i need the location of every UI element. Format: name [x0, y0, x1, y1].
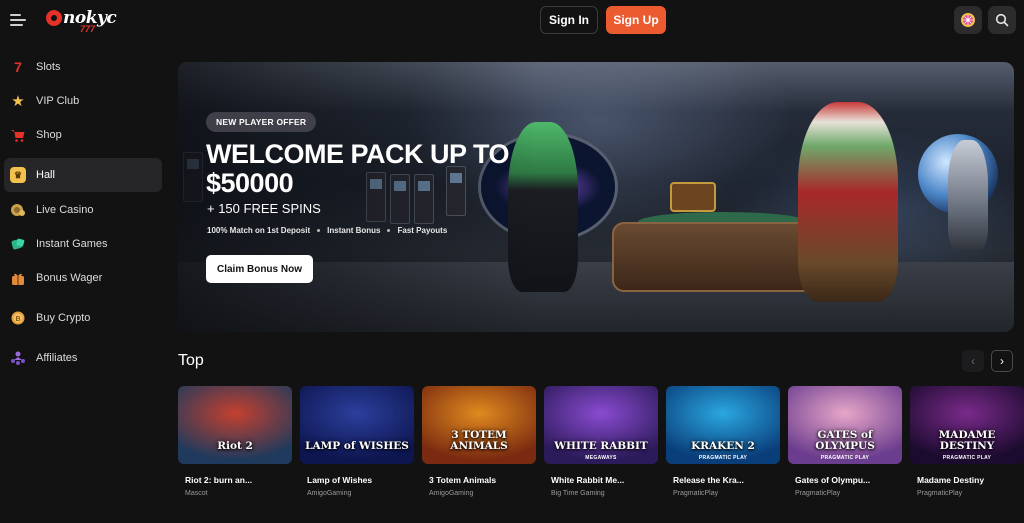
game-card[interactable]: 3 TOTEM ANIMALS 3 Totem Animals AmigoGamin… — [422, 386, 536, 497]
sidebar-item-shop[interactable]: Shop — [4, 118, 162, 152]
game-name: White Rabbit Me... — [551, 475, 625, 485]
sidebar-item-label: Instant Games — [36, 238, 108, 250]
thumbnail-title: MADAME DESTINY — [938, 429, 996, 452]
game-provider: PragmaticPlay — [917, 490, 963, 497]
search-button[interactable] — [988, 6, 1016, 34]
sidebar-item-label: Live Casino — [36, 204, 94, 216]
thumbnail-subtitle: MEGAWAYS — [585, 455, 617, 461]
thumbnail-subtitle: PRAGMATIC PLAY — [942, 455, 992, 461]
users-icon — [10, 350, 26, 366]
turtle-character — [798, 102, 898, 302]
promo-banner: NEW PLAYER OFFER WELCOME PACK UP TO $500… — [178, 62, 1014, 332]
game-name: Release the Kra... — [673, 475, 744, 485]
game-thumbnail[interactable]: MADAME DESTINY PRAGMATIC PLAY — [910, 386, 1024, 464]
thumbnail-title: KRAKEN 2 — [691, 440, 755, 452]
treasure-chest-image — [670, 182, 716, 212]
game-card[interactable]: LAMP of WISHES Lamp of Wishes AmigoGaming — [300, 386, 414, 497]
sidebar-item-label: Buy Crypto — [36, 312, 91, 324]
game-thumbnail[interactable]: WHITE RABBIT MEGAWAYS — [544, 386, 658, 464]
game-name: Madame Destiny — [917, 475, 985, 485]
claim-bonus-button[interactable]: Claim Bonus Now — [206, 255, 313, 283]
game-card[interactable]: Riot 2 Riot 2: burn an... Mascot — [178, 386, 292, 497]
game-thumbnail[interactable]: GATES of OLYMPUS PRAGMATIC PLAY — [788, 386, 902, 464]
sidebar-item-buy-crypto[interactable]: B Buy Crypto — [4, 301, 162, 335]
sidebar-item-bonus-wager[interactable]: Bonus Wager — [4, 261, 162, 295]
game-provider: AmigoGaming — [307, 490, 352, 497]
sidebar-item-affiliates[interactable]: Affiliates — [4, 341, 162, 375]
game-provider: Big Time Gaming — [551, 490, 605, 497]
carousel-next-button[interactable]: › — [991, 350, 1013, 372]
banner-features: 100% Match on 1st Deposit Instant Bonus … — [207, 226, 447, 235]
svg-text:B: B — [15, 316, 20, 323]
thumbnail-title: LAMP of WISHES — [305, 440, 409, 452]
headline-line-1: WELCOME PACK UP TO — [206, 139, 510, 169]
game-card[interactable]: MADAME DESTINY PRAGMATIC PLAY Madame Desti… — [910, 386, 1024, 497]
sidebar-item-vip-club[interactable]: ★ VIP Club — [4, 84, 162, 118]
headline-line-2: $50000 — [206, 168, 294, 198]
chips-icon — [10, 202, 26, 218]
sidebar-item-label: Hall — [36, 169, 55, 181]
gift-icon — [10, 270, 26, 286]
offer-badge: NEW PLAYER OFFER — [206, 112, 317, 132]
star-icon: ★ — [11, 93, 25, 110]
game-name: 3 Totem Animals — [429, 475, 497, 485]
sidebar-item-hall[interactable]: ♛ Hall — [4, 158, 162, 192]
separator-dot — [387, 229, 391, 232]
game-thumbnail[interactable]: 3 TOTEM ANIMALS — [422, 386, 536, 464]
feature-item: Fast Payouts — [397, 226, 448, 235]
game-thumbnail[interactable]: KRAKEN 2 PRAGMATIC PLAY — [666, 386, 780, 464]
feature-item: Instant Bonus — [327, 226, 381, 235]
game-thumbnail[interactable]: LAMP of WISHES — [300, 386, 414, 464]
chevron-right-icon: › — [1000, 354, 1004, 368]
thumbnail-subtitle: PRAGMATIC PLAY — [820, 455, 870, 461]
thumbnail-title: Riot 2 — [217, 440, 253, 452]
banner-subline: + 150 FREE SPINS — [207, 201, 321, 216]
separator-dot — [317, 229, 321, 232]
game-card[interactable]: GATES of OLYMPUS PRAGMATIC PLAY Gates of O… — [788, 386, 902, 497]
game-provider: Mascot — [185, 490, 208, 497]
robot-character — [948, 140, 988, 250]
menu-icon[interactable] — [10, 12, 28, 28]
wheel-icon — [961, 13, 975, 27]
wheel-button[interactable] — [954, 6, 982, 34]
sidebar-item-live-casino[interactable]: Live Casino — [4, 193, 162, 227]
sidebar-item-label: Slots — [36, 61, 61, 73]
thumbnail-subtitle: PRAGMATIC PLAY — [698, 455, 748, 461]
search-icon — [995, 13, 1009, 27]
banner-headline: WELCOME PACK UP TO $50000 — [206, 140, 566, 198]
thumbnail-title: 3 TOTEM ANIMALS — [450, 429, 508, 452]
game-card[interactable]: WHITE RABBIT MEGAWAYS White Rabbit Me... Bi… — [544, 386, 658, 497]
game-name: Lamp of Wishes — [307, 475, 373, 485]
chevron-left-icon: ‹ — [971, 354, 975, 368]
thumbnail-title: GATES of OLYMPUS — [815, 429, 875, 452]
dice-icon — [10, 236, 26, 252]
sign-in-button[interactable]: Sign In — [540, 6, 598, 34]
logo-sub: 777 — [80, 24, 96, 34]
carousel-prev-button[interactable]: ‹ — [962, 350, 984, 372]
game-card[interactable]: KRAKEN 2 PRAGMATIC PLAY Release the Kra...… — [666, 386, 780, 497]
sidebar-item-instant-games[interactable]: Instant Games — [4, 227, 162, 261]
sidebar-item-label: Bonus Wager — [36, 272, 103, 284]
logo-mark-icon — [46, 10, 62, 26]
sign-up-button[interactable]: Sign Up — [606, 6, 666, 34]
section-title: Top — [178, 352, 204, 369]
game-provider: AmigoGaming — [429, 490, 474, 497]
sidebar-item-slots[interactable]: 7 Slots — [4, 50, 162, 84]
slot-machine-icon: 7 — [14, 59, 22, 75]
sidebar-item-label: VIP Club — [36, 95, 80, 107]
sidebar-item-label: Shop — [36, 129, 62, 141]
thumbnail-title: WHITE RABBIT — [554, 440, 648, 452]
ticket-icon: ♛ — [10, 167, 26, 183]
coin-icon: B — [10, 310, 26, 326]
sidebar-item-label: Affiliates — [36, 352, 78, 364]
feature-item: 100% Match on 1st Deposit — [207, 226, 311, 235]
cart-icon — [10, 127, 26, 143]
game-name: Riot 2: burn an... — [185, 475, 253, 485]
game-thumbnail[interactable]: Riot 2 — [178, 386, 292, 464]
game-provider: PragmaticPlay — [795, 490, 841, 497]
game-name: Gates of Olympu... — [795, 475, 871, 485]
game-provider: PragmaticPlay — [673, 490, 719, 497]
top-bar: nokyc 777 Sign In Sign Up — [0, 0, 1024, 40]
